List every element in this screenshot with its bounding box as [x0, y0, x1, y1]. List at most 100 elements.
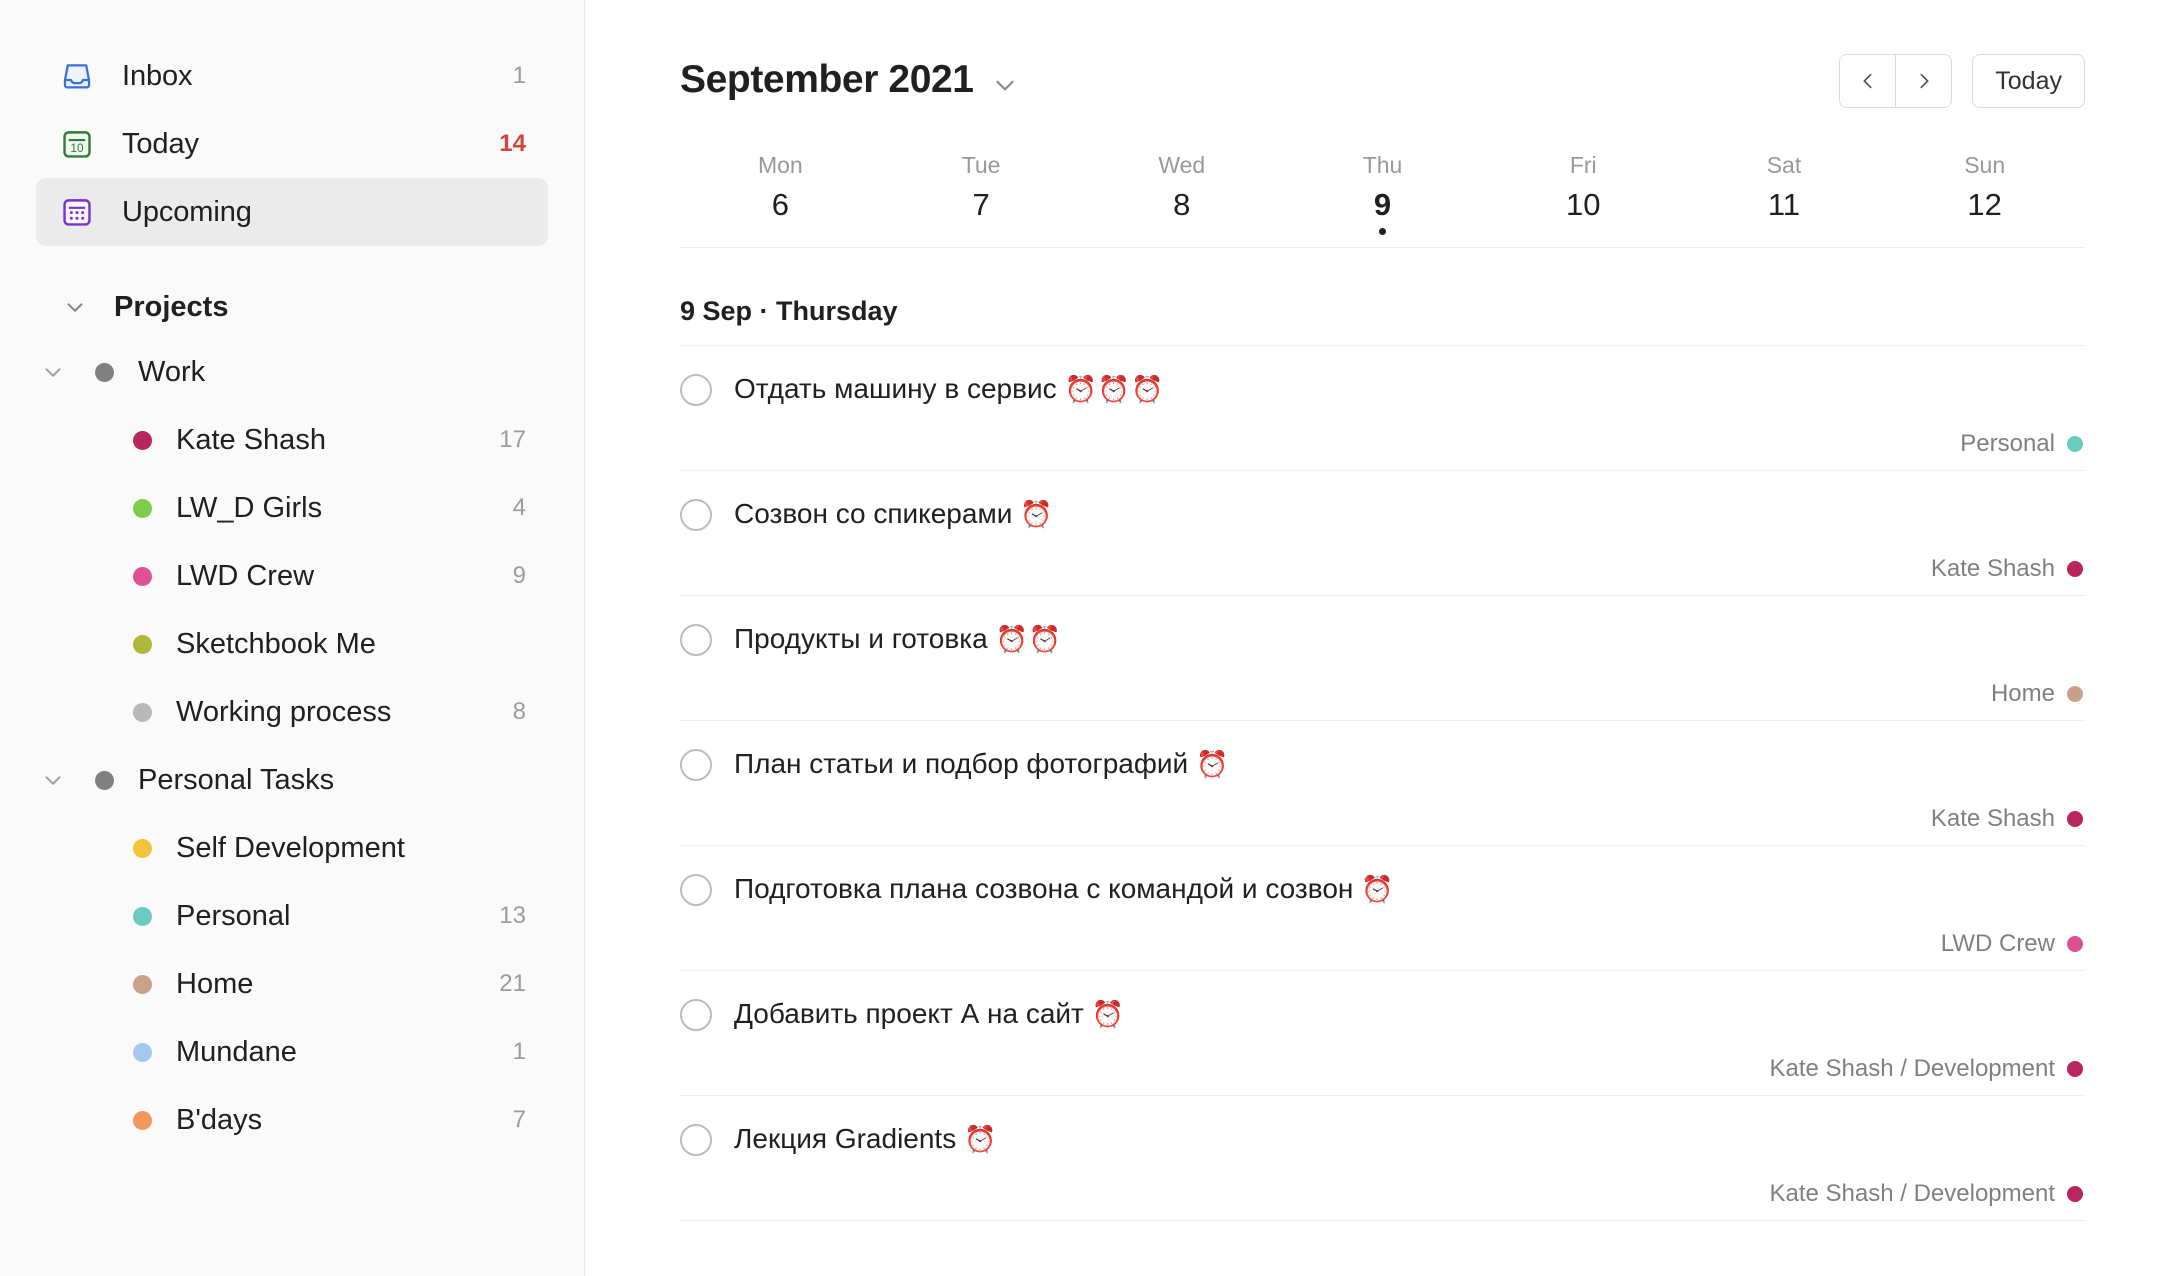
- weekday-sun[interactable]: Sun 12: [1884, 152, 2085, 235]
- project-color-dot: [122, 1042, 162, 1062]
- project-item-count: 8: [512, 698, 526, 725]
- project-item-lwd-crew[interactable]: LWD Crew 9: [36, 542, 548, 610]
- project-item-label: Personal: [176, 899, 291, 932]
- task-title-text: План статьи и подбор фотографий: [734, 748, 1189, 779]
- weekday-name: Sat: [1766, 152, 1802, 178]
- app-root: Inbox 1 10 Today 14 Upcoming Projects Wo…: [0, 0, 2180, 1276]
- project-group-work[interactable]: Work: [36, 338, 548, 406]
- task-project-meta[interactable]: Kate Shash / Development: [680, 1055, 2085, 1083]
- task-row[interactable]: Лекция Gradients ⏰ Kate Shash / Developm…: [680, 1096, 2085, 1221]
- project-group-personal-tasks[interactable]: Personal Tasks: [36, 746, 548, 814]
- task-checkbox[interactable]: [680, 1124, 712, 1156]
- project-item-label: Home: [176, 967, 254, 1000]
- task-checkbox[interactable]: [680, 749, 712, 781]
- task-checkbox[interactable]: [680, 499, 712, 531]
- weekday-number: 8: [1173, 187, 1191, 222]
- task-main: Созвон со спикерами ⏰: [680, 497, 2085, 531]
- sidebar-item-upcoming[interactable]: Upcoming: [36, 178, 548, 246]
- weekday-thu[interactable]: Thu 9: [1282, 152, 1483, 235]
- weekday-number: 10: [1565, 187, 1601, 222]
- task-title: Отдать машину в сервис ⏰⏰⏰: [734, 372, 1165, 406]
- task-title-text: Продукты и готовка: [734, 623, 988, 654]
- chevron-down-icon[interactable]: [36, 359, 70, 385]
- chevron-down-icon[interactable]: [36, 767, 70, 793]
- weekday-tue[interactable]: Tue 7: [881, 152, 1082, 235]
- task-row[interactable]: Продукты и готовка ⏰⏰ Home: [680, 596, 2085, 721]
- task-row[interactable]: Отдать машину в сервис ⏰⏰⏰ Personal: [680, 346, 2085, 471]
- project-item-sketchbook-me[interactable]: Sketchbook Me: [36, 610, 548, 678]
- alarm-clock-icon: ⏰: [1020, 499, 1054, 529]
- weekday-name: Thu: [1362, 152, 1403, 178]
- header-actions: Today: [1839, 54, 2085, 108]
- task-title-text: Лекция Gradients: [734, 1123, 957, 1154]
- task-project-meta[interactable]: Kate Shash: [680, 805, 2085, 833]
- task-row[interactable]: Добавить проект А на сайт ⏰ Kate Shash /…: [680, 971, 2085, 1096]
- project-color-dot: [2067, 1061, 2083, 1077]
- chevron-down-icon[interactable]: [990, 70, 1020, 100]
- task-row[interactable]: Подготовка плана созвона с командой и со…: [680, 846, 2085, 971]
- calendar-upcoming-icon: [58, 193, 96, 231]
- sidebar-item-count: 14: [499, 130, 526, 157]
- task-project-meta[interactable]: Kate Shash: [680, 555, 2085, 583]
- task-project-label: LWD Crew: [1940, 930, 2055, 957]
- sidebar-item-today[interactable]: 10 Today 14: [36, 110, 548, 178]
- project-item-self-development[interactable]: Self Development: [36, 814, 548, 882]
- task-main: Лекция Gradients ⏰: [680, 1122, 2085, 1156]
- project-group-label: Personal Tasks: [138, 763, 335, 796]
- sidebar: Inbox 1 10 Today 14 Upcoming Projects Wo…: [0, 0, 585, 1276]
- project-item-personal[interactable]: Personal 13: [36, 882, 548, 950]
- weekday-number: 11: [1767, 187, 1801, 222]
- weekday-fri[interactable]: Fri 10: [1483, 152, 1684, 235]
- project-item-lw-d-girls[interactable]: LW_D Girls 4: [36, 474, 548, 542]
- task-checkbox[interactable]: [680, 624, 712, 656]
- task-main: Подготовка плана созвона с командой и со…: [680, 872, 2085, 906]
- prev-week-button[interactable]: [1840, 55, 1896, 107]
- project-item-label: Self Development: [176, 831, 405, 864]
- svg-text:10: 10: [70, 141, 84, 155]
- project-item-label: LW_D Girls: [176, 491, 323, 524]
- calendar-today-icon: 10: [58, 125, 96, 163]
- project-color-dot: [122, 974, 162, 994]
- project-item-count: 9: [512, 562, 526, 589]
- task-project-meta[interactable]: Personal: [680, 430, 2085, 458]
- task-checkbox[interactable]: [680, 874, 712, 906]
- project-item-mundane[interactable]: Mundane 1: [36, 1018, 548, 1086]
- weekday-name: Mon: [757, 152, 803, 178]
- project-item-kate-shash[interactable]: Kate Shash 17: [36, 406, 548, 474]
- task-project-meta[interactable]: Kate Shash / Development: [680, 1180, 2085, 1208]
- project-color-dot: [122, 498, 162, 518]
- task-project-meta[interactable]: Home: [680, 680, 2085, 708]
- weekday-wed[interactable]: Wed 8: [1081, 152, 1282, 235]
- task-project-meta[interactable]: LWD Crew: [680, 930, 2085, 958]
- sidebar-item-inbox[interactable]: Inbox 1: [36, 42, 548, 110]
- project-item-label: LWD Crew: [176, 559, 315, 592]
- today-button[interactable]: Today: [1972, 54, 2085, 108]
- task-title-text: Подготовка плана созвона с командой и со…: [734, 873, 1354, 904]
- project-item-home[interactable]: Home 21: [36, 950, 548, 1018]
- task-main: План статьи и подбор фотографий ⏰: [680, 747, 2085, 781]
- task-checkbox[interactable]: [680, 999, 712, 1031]
- task-checkbox[interactable]: [680, 374, 712, 406]
- alarm-clock-icon: ⏰⏰⏰: [1064, 374, 1165, 404]
- task-row[interactable]: План статьи и подбор фотографий ⏰ Kate S…: [680, 721, 2085, 846]
- project-item-label: Sketchbook Me: [176, 627, 376, 660]
- projects-section-title: Projects: [114, 290, 229, 323]
- weekday-mon[interactable]: Mon 6: [680, 152, 881, 235]
- weekday-name: Wed: [1158, 152, 1206, 178]
- projects-section-header[interactable]: Projects: [36, 276, 548, 338]
- date-nav-group: [1839, 54, 1953, 108]
- project-item-working-process[interactable]: Working process 8: [36, 678, 548, 746]
- task-row[interactable]: Созвон со спикерами ⏰ Kate Shash: [680, 471, 2085, 596]
- project-color-dot: [122, 634, 162, 654]
- alarm-clock-icon: ⏰: [1361, 874, 1395, 904]
- task-title-text: Созвон со спикерами: [734, 498, 1013, 529]
- main-content: September 2021 Today Mon 6 Tue 7 Wed 8 T…: [585, 0, 2180, 1276]
- weekday-sat[interactable]: Sat 11: [1684, 152, 1885, 235]
- project-color-dot: [2067, 936, 2083, 952]
- project-item-count: 17: [499, 426, 526, 453]
- today-marker-dot: [1379, 228, 1387, 235]
- project-item-bdays[interactable]: B'days 7: [36, 1086, 548, 1154]
- project-item-count: 4: [512, 494, 526, 521]
- next-week-button[interactable]: [1895, 55, 1952, 107]
